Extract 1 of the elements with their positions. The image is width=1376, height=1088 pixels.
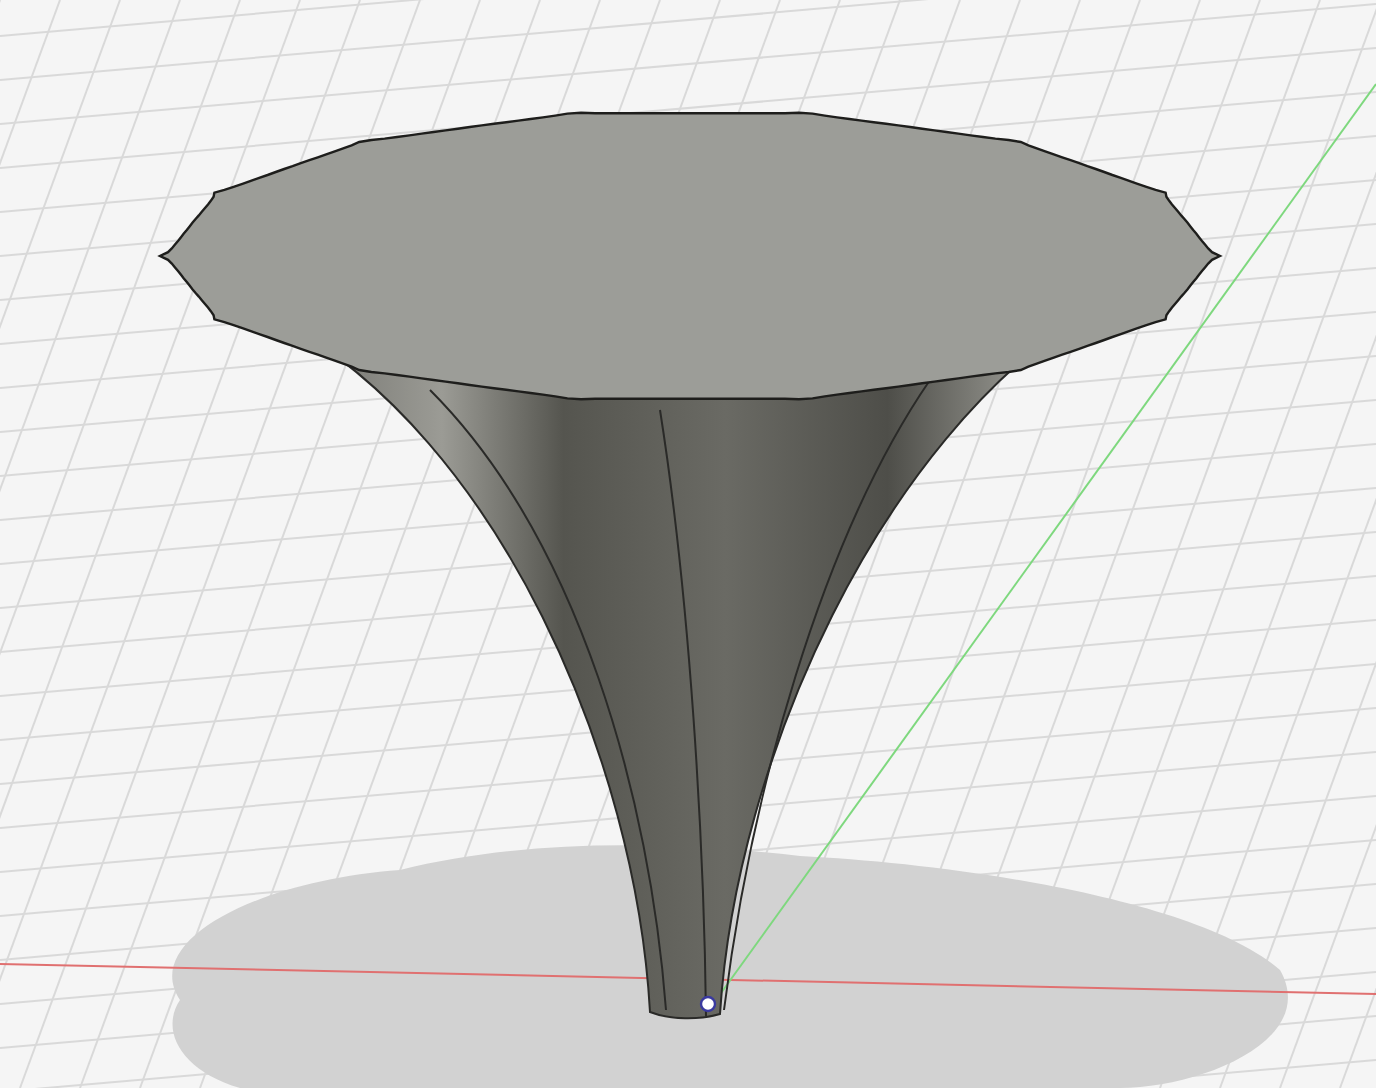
funnel-model-drawing[interactable] (157, 111, 1223, 1020)
